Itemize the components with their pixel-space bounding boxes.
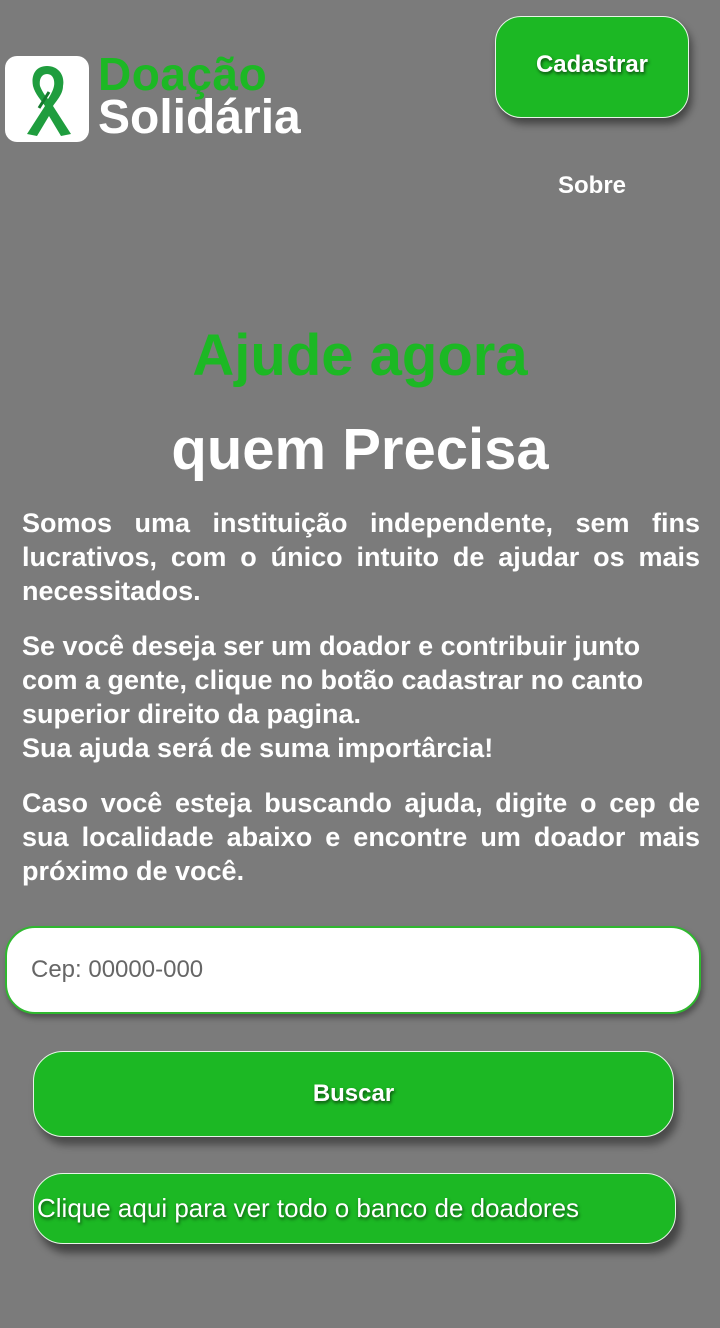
cep-input[interactable]	[5, 926, 701, 1014]
headline-quem-precisa: quem Precisa	[171, 417, 549, 482]
buscar-button[interactable]: Buscar	[33, 1051, 674, 1137]
donor-paragraph-text: Se você deseja ser um doador e contribui…	[22, 631, 644, 729]
brand-wordmark: Doação Solidária	[98, 48, 301, 144]
cadastrar-button[interactable]: Cadastrar	[495, 16, 689, 118]
logo	[5, 56, 89, 142]
sobre-link[interactable]: Sobre	[558, 172, 626, 200]
donor-paragraph: Se você deseja ser um doador e contribui…	[22, 629, 700, 765]
banco-doadores-button[interactable]: Clique aqui para ver todo o banco de doa…	[33, 1173, 676, 1244]
brand-line-solidaria: Solidária	[98, 91, 301, 144]
brand-line-doacao: Doação	[98, 48, 268, 100]
headline-ajude-agora: Ajude agora	[192, 323, 528, 388]
intro-paragraph: Somos uma instituição independente, sem …	[22, 508, 700, 606]
help-paragraph: Caso você esteja buscando ajuda, digite …	[22, 788, 700, 886]
awareness-ribbon-icon	[27, 66, 71, 136]
donor-paragraph-emphasis: Sua ajuda será de suma importârcia!	[22, 733, 494, 763]
